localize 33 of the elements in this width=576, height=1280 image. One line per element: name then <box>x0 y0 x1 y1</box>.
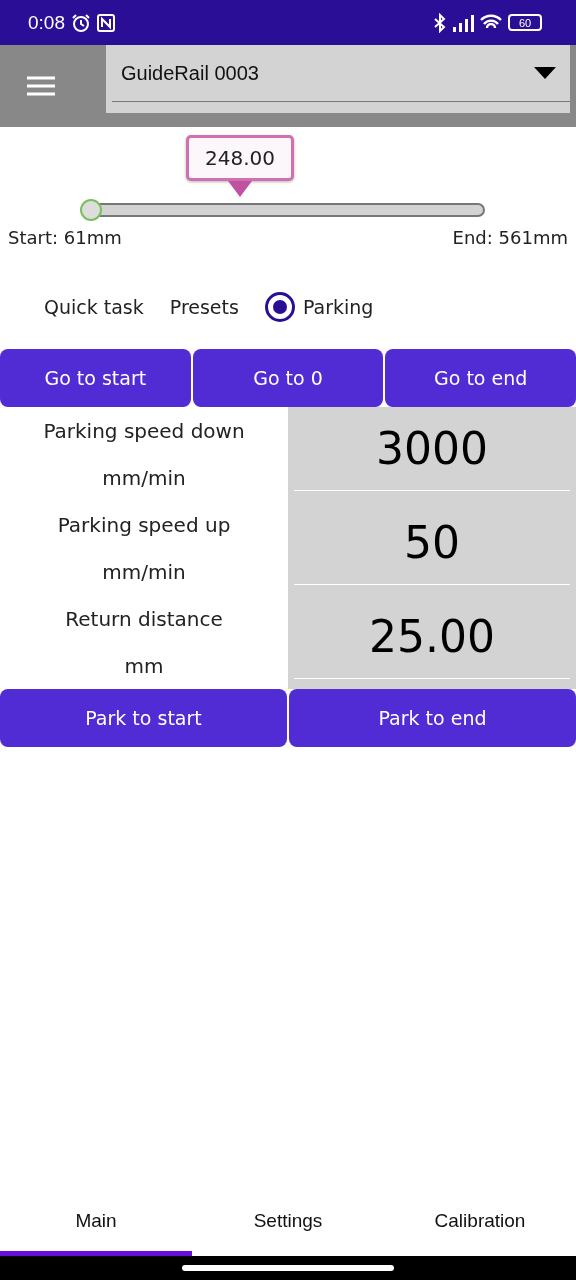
value-tooltip: 248.00 <box>184 135 296 199</box>
value-field[interactable]: 3000 <box>288 407 576 501</box>
parameter-label: Parking speed down <box>43 418 245 443</box>
radio-button[interactable] <box>264 292 295 322</box>
parameter-label: Return distance <box>65 606 223 631</box>
unit-label: mm/min <box>102 559 186 584</box>
battery-indicator: 60 <box>508 14 542 31</box>
mode-option[interactable]: Presets <box>169 296 239 318</box>
dropdown-caret-icon <box>534 67 556 79</box>
mode-option[interactable]: Quick task <box>44 296 144 318</box>
alarm-clock-icon <box>71 12 91 33</box>
tooltip-pointer-icon <box>228 181 252 197</box>
device-picker[interactable]: GuideRail 0003 <box>106 45 570 113</box>
signal-icon <box>452 13 474 32</box>
go-button[interactable]: Go to 0 <box>192 349 384 407</box>
status-time: 0:08 <box>28 11 65 34</box>
go-button[interactable]: Go to end <box>385 349 576 407</box>
mode-option[interactable]: Parking <box>264 292 374 322</box>
menu-icon <box>27 76 55 96</box>
nfc-icon <box>97 13 115 32</box>
unit-label: mm/min <box>102 465 186 490</box>
end-label: End: 561mm <box>452 227 568 248</box>
start-label: Start: 61mm <box>8 227 122 248</box>
park-button[interactable]: Park to end <box>289 689 576 747</box>
slider-thumb[interactable] <box>80 199 102 221</box>
bluetooth-icon <box>434 12 446 33</box>
value-field[interactable]: 50 <box>288 501 576 595</box>
park-button[interactable]: Park to start <box>0 689 287 747</box>
value-field[interactable]: 25.00 <box>288 595 576 689</box>
parameter-label: Parking speed up <box>57 512 231 537</box>
go-button[interactable]: Go to start <box>0 349 191 407</box>
unit-label: mm <box>124 653 164 678</box>
device-name: GuideRail 0003 <box>121 61 260 85</box>
